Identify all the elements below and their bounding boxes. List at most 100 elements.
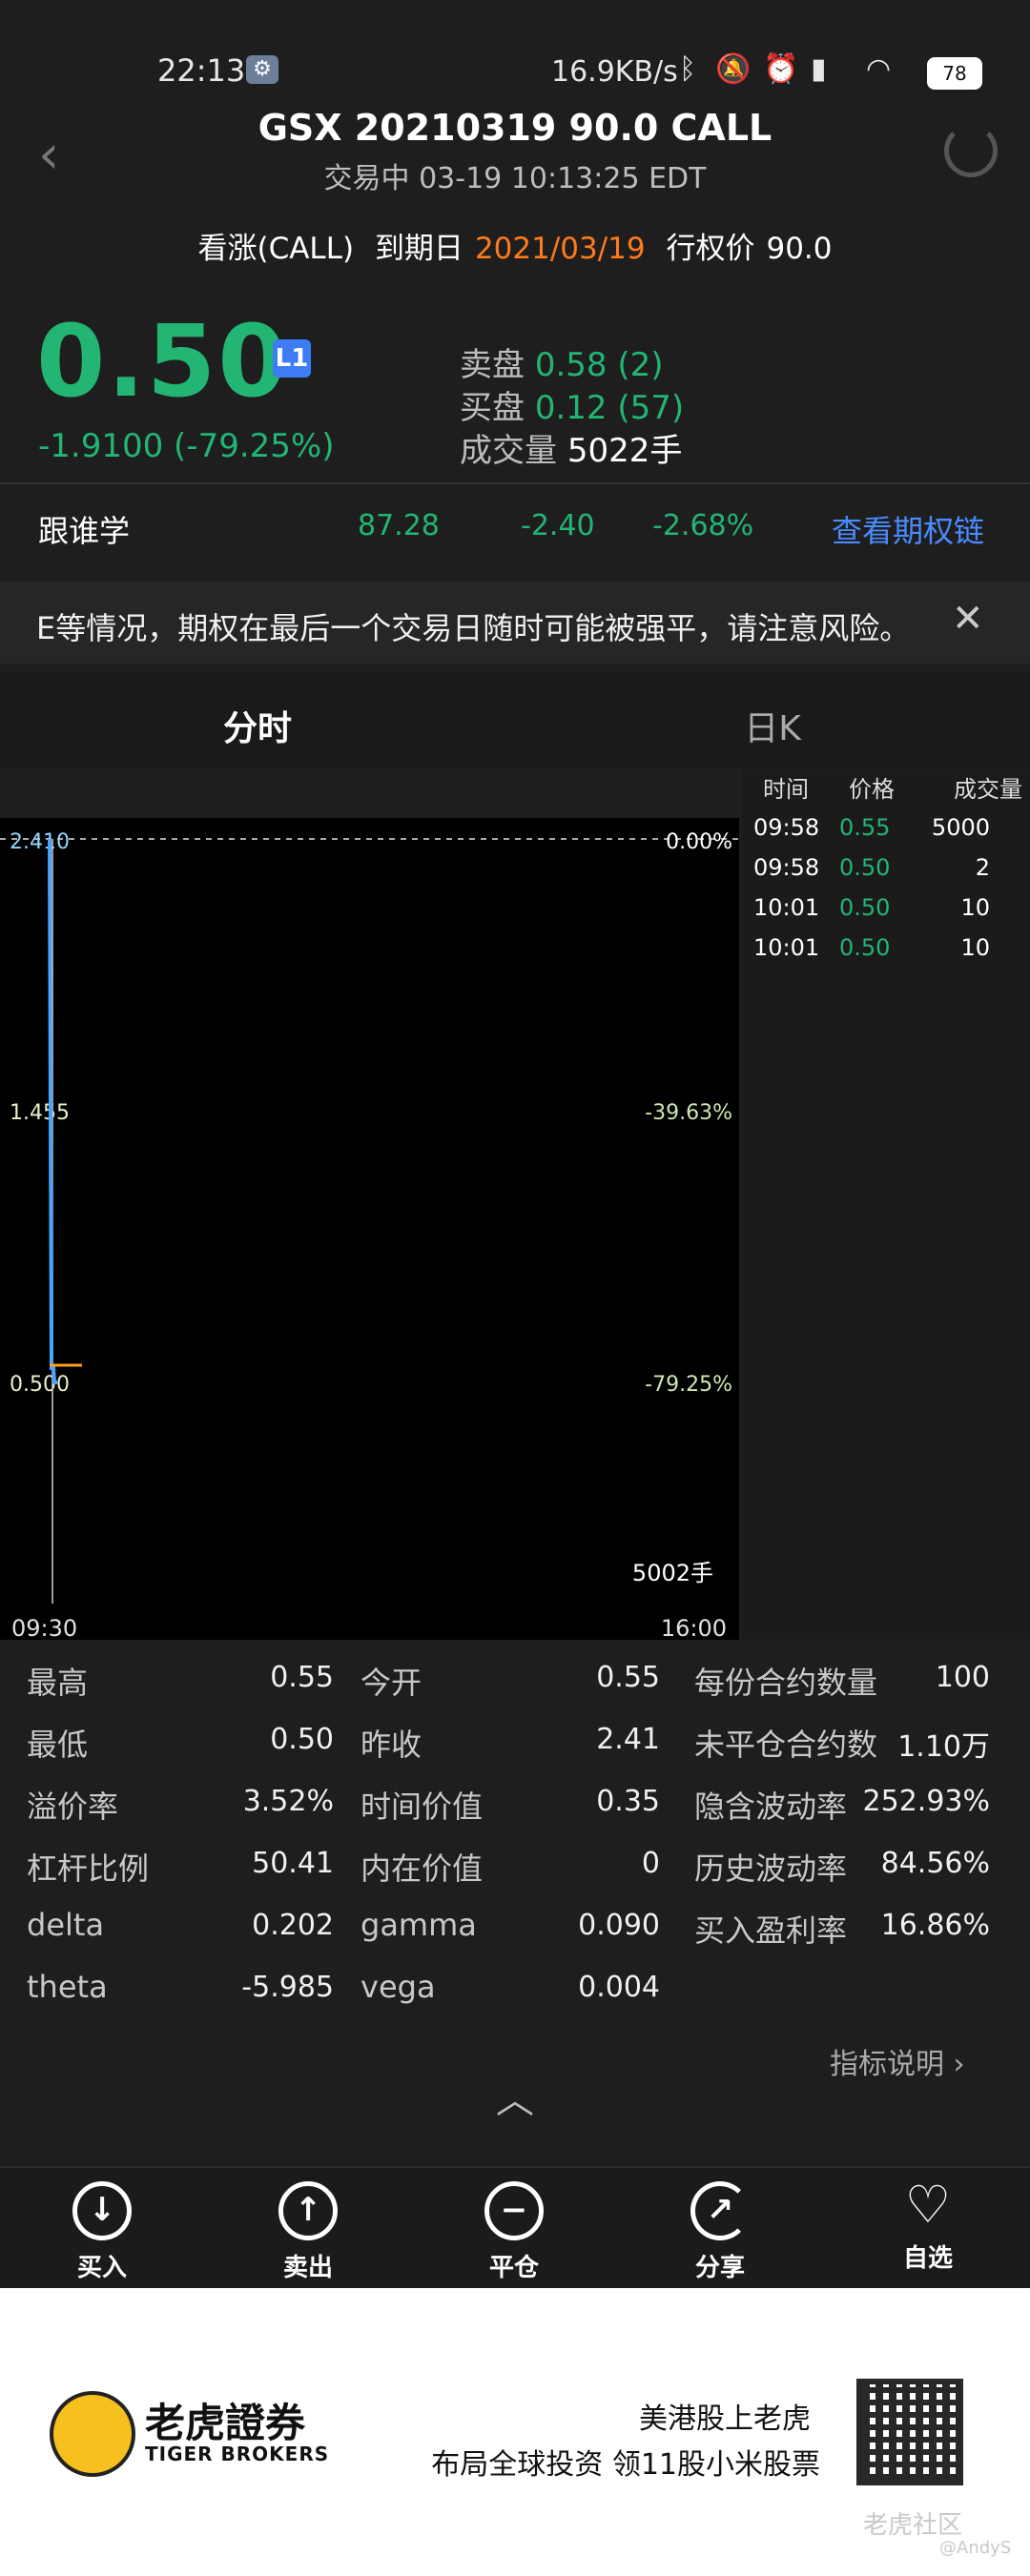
brand-name-en: TIGER BROKERS — [145, 2443, 330, 2465]
tab-intraday[interactable]: 分时 — [0, 701, 515, 750]
chart-canvas: 2.410 1.455 0.500 0.00% -39.63% -79.25% … — [0, 830, 739, 1642]
watchlist-label: 自选 — [902, 2244, 953, 2273]
stat-label: 最高 — [27, 1665, 89, 1701]
stat-label: 昨收 — [360, 1727, 422, 1763]
stat-value: 3.52% — [242, 1785, 334, 1818]
stat-label: 隐含波动率 — [694, 1789, 848, 1825]
wifi-icon: ◠ — [866, 52, 892, 86]
level-badge: L1 — [273, 339, 311, 378]
contract-info: 看涨(CALL) 到期日 2021/03/19 行权价 90.0 — [0, 224, 1030, 267]
intraday-chart[interactable]: 2.410 1.455 0.500 0.00% -39.63% -79.25% … — [0, 818, 739, 1642]
stat-label: 今开 — [360, 1665, 422, 1701]
chevron-right-icon: › — [953, 2048, 965, 2081]
stat-label: 溢价率 — [27, 1789, 119, 1825]
stat-label: vega — [360, 1969, 436, 2005]
ad-slogan-2: 布局全球投资 领11股小米股票 — [431, 2448, 820, 2482]
mute-icon: 🔕 — [715, 52, 752, 86]
bluetooth-icon: ᛒ — [679, 52, 696, 86]
stat-label: delta — [27, 1907, 105, 1943]
status-bar: 22:13 ⚙ 16.9KB/s ᛒ 🔕 ⏰ ▮ ◠ 78 — [0, 0, 1030, 105]
stat-label: gamma — [360, 1907, 477, 1943]
chart-tabs: 分时 日K — [0, 672, 1030, 767]
stat-value: 0.004 — [578, 1971, 660, 2004]
tick-time: 10:01 — [753, 894, 820, 921]
x-tick-end: 16:00 — [661, 1615, 727, 1640]
ticks-header-time: 时间 — [763, 776, 809, 803]
tick-price: 0.50 — [839, 854, 891, 881]
underlying-change-pct: -2.68% — [652, 509, 754, 542]
y-left-tick-1: 1.455 — [10, 1101, 70, 1125]
stat-value: 0 — [641, 1847, 660, 1880]
strike-price: 90.0 — [766, 232, 833, 266]
option-chain-link[interactable]: 查看期权链 — [832, 507, 984, 551]
network-speed: 16.9KB/s — [551, 55, 678, 89]
stat-value: 100 — [935, 1661, 990, 1694]
tick-volume: 2 — [975, 854, 990, 881]
alarm-icon: ⏰ — [763, 52, 799, 86]
heart-plus-icon: ♡ — [904, 2175, 952, 2235]
minus-circle-icon: − — [484, 2181, 544, 2240]
stat-label: theta — [27, 1969, 108, 2005]
tick-volume: 5000 — [931, 814, 990, 841]
tick-time: 09:58 — [753, 854, 820, 881]
y-left-tick-0: 2.410 — [10, 830, 70, 854]
strike-label: 行权价 — [666, 232, 755, 266]
share-label: 分享 — [694, 2254, 745, 2282]
y-right-tick-1: -39.63% — [645, 1101, 732, 1125]
volume-label: 5002手 — [632, 1560, 713, 1586]
arrow-up-circle-icon: ↑ — [278, 2181, 338, 2240]
expiry-date: 2021/03/19 — [474, 232, 646, 266]
chevron-up-icon[interactable]: ︿ — [496, 2069, 534, 2124]
stat-value: 0.50 — [270, 1723, 334, 1756]
stat-label: 每份合约数量 — [694, 1665, 878, 1701]
indicator-explanation-link[interactable]: 指标说明 › — [830, 2040, 965, 2082]
y-left-tick-2: 0.500 — [10, 1373, 70, 1397]
watchlist-button[interactable]: ♡ 自选 — [856, 2175, 999, 2274]
x-tick-start: 09:30 — [11, 1615, 77, 1640]
tiger-logo-icon — [50, 2391, 135, 2477]
y-right-tick-2: -79.25% — [645, 1373, 732, 1397]
tick-price: 0.55 — [839, 814, 891, 841]
bottom-toolbar: ↓ 买入 ↑ 卖出 − 平仓 ↗ 分享 ♡ 自选 — [0, 2166, 1030, 2290]
ask-label: 卖盘 — [460, 346, 525, 384]
stat-value: 0.35 — [596, 1785, 660, 1818]
sell-label: 卖出 — [282, 2254, 333, 2282]
volume-label: 成交量 — [460, 432, 557, 470]
underlying-row[interactable]: 跟谁学 87.28 -2.40 -2.68% 查看期权链 — [0, 484, 1030, 566]
ad-banner[interactable]: 老虎證券 TIGER BROKERS 美港股上老虎 布局全球投资 领11股小米股… — [0, 2288, 1030, 2576]
buy-button[interactable]: ↓ 买入 — [31, 2181, 174, 2283]
tick-volume: 10 — [960, 934, 990, 961]
risk-notice: E等情况，期权在最后一个交易日随时可能被强平，请注意风险。 ✕ — [0, 582, 1030, 664]
volume-row: 成交量 5022手 — [460, 424, 682, 471]
last-price: 0.50 — [36, 303, 289, 419]
stat-label: 杠杆比例 — [27, 1850, 150, 1887]
stat-value: 0.202 — [252, 1909, 334, 1942]
stat-label: 最低 — [27, 1727, 89, 1763]
stat-value: 0.090 — [578, 1909, 660, 1942]
price-change: -1.9100 (-79.25%) — [38, 427, 335, 465]
ask-row: 卖盘 0.58 (2) — [460, 338, 663, 385]
indicator-link-label: 指标说明 — [830, 2048, 944, 2081]
stat-value: 84.56% — [880, 1847, 990, 1880]
refresh-icon[interactable] — [944, 124, 998, 177]
stat-value: -5.985 — [241, 1971, 334, 2004]
share-icon: ↗ — [690, 2181, 750, 2240]
stat-label: 内在价值 — [360, 1850, 484, 1887]
ticks-header-price: 价格 — [849, 776, 895, 803]
signal-icon: ▮ — [811, 52, 827, 86]
status-time: 22:13 — [157, 52, 246, 89]
sell-button[interactable]: ↑ 卖出 — [237, 2181, 380, 2283]
stat-value: 50.41 — [252, 1847, 334, 1880]
tab-daily-k[interactable]: 日K — [515, 701, 1030, 750]
close-icon[interactable]: ✕ — [952, 597, 984, 641]
stat-label: 历史波动率 — [694, 1850, 848, 1887]
underlying-name: 跟谁学 — [38, 513, 131, 549]
stat-value: 0.55 — [596, 1661, 660, 1694]
tick-time: 10:01 — [753, 934, 820, 961]
bid-row: 买盘 0.12 (57) — [460, 381, 684, 428]
share-button[interactable]: ↗ 分享 — [649, 2181, 792, 2283]
tick-time: 09:58 — [753, 814, 820, 841]
close-position-button[interactable]: − 平仓 — [443, 2181, 586, 2283]
ticks-header-volume: 成交量 — [954, 776, 1022, 803]
stat-value: 2.41 — [596, 1723, 660, 1756]
